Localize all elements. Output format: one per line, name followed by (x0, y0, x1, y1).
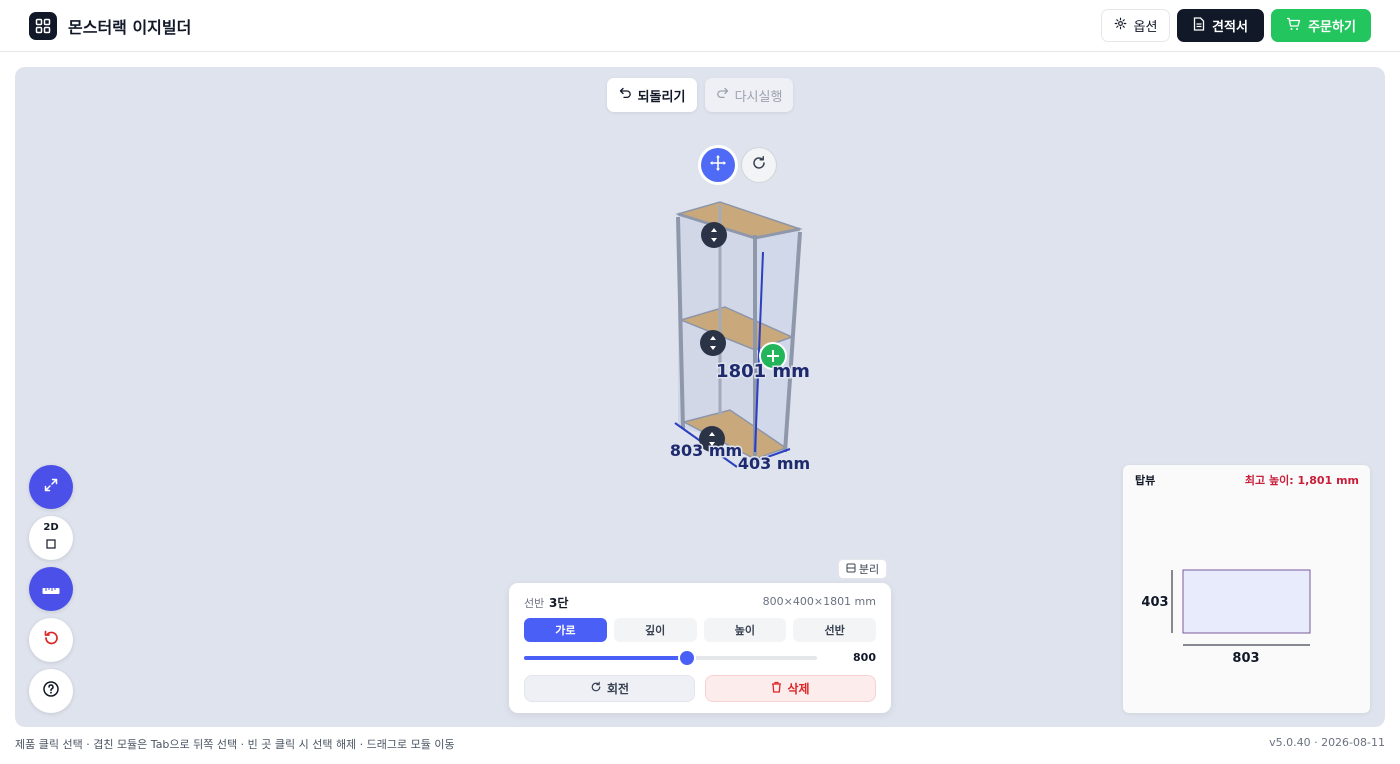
depth-dimension-label: 403 mm (738, 454, 810, 473)
gear-icon (1114, 17, 1127, 34)
top-view-footprint (1182, 569, 1311, 634)
document-icon (1193, 16, 1205, 35)
order-label: 주문하기 (1308, 20, 1356, 35)
square-icon (46, 534, 56, 553)
builder-canvas[interactable]: 되돌리기 다시실행 1801 mm 803 mm 403 mm 2D 분리 선반… (15, 67, 1385, 727)
usage-hint: 제품 클릭 선택 · 겹친 모듈은 Tab으로 뒤쪽 선택 · 빈 곳 클릭 시… (15, 738, 455, 751)
module-dimensions: 800×400×1801 mm (762, 595, 876, 608)
top-view-panel: 탑뷰 최고 높이: 1,801 mm 403 803 (1123, 465, 1370, 713)
shelf-height-handle[interactable] (701, 222, 727, 248)
view-2d-button[interactable]: 2D (29, 516, 73, 560)
rotate-label: 회전 (606, 682, 630, 696)
split-icon (846, 563, 856, 576)
dimension-tabs: 가로 깊이 높이 선반 (524, 618, 876, 642)
help-icon (42, 680, 60, 702)
expand-icon (43, 477, 59, 497)
delete-module-button[interactable]: 삭제 (705, 675, 876, 702)
tab-width[interactable]: 가로 (524, 618, 607, 642)
options-label: 옵션 (1133, 20, 1158, 35)
slider-fill (524, 656, 687, 660)
reset-icon (42, 629, 60, 651)
reset-button[interactable] (29, 618, 73, 662)
width-dimension-label: 803 mm (670, 441, 742, 460)
ruler-button[interactable] (29, 567, 73, 611)
module-edit-panel: 선반 3단 800×400×1801 mm 가로 깊이 높이 선반 800 회전… (509, 583, 891, 713)
delete-label: 삭제 (787, 682, 810, 696)
shelf-count-label: 선반 (524, 597, 545, 610)
version-label: v5.0.40 · 2026-08-11 (1269, 736, 1385, 749)
order-button[interactable]: 주문하기 (1271, 9, 1371, 42)
view-2d-label: 2D (43, 522, 59, 533)
tab-shelf[interactable]: 선반 (793, 618, 876, 642)
top-view-depth-label: 403 (1141, 595, 1168, 610)
tab-depth[interactable]: 깊이 (613, 618, 697, 642)
top-view-width-label: 803 (1232, 651, 1259, 666)
height-dimension-label: 1801 mm (716, 361, 810, 382)
split-button[interactable]: 분리 (838, 559, 887, 579)
app-title: 몬스터랙 이지빌더 (68, 18, 192, 37)
slider-value: 800 (853, 651, 876, 664)
cart-icon (1286, 17, 1301, 35)
app-logo-icon (29, 12, 57, 40)
rotate-module-button[interactable]: 회전 (524, 675, 695, 702)
split-label: 분리 (858, 563, 880, 576)
trash-icon (771, 681, 782, 696)
shelf-count-value: 3단 (549, 596, 569, 610)
width-slider[interactable] (524, 651, 817, 665)
slider-thumb[interactable] (679, 651, 694, 665)
shelf-height-handle[interactable] (700, 330, 726, 356)
options-button[interactable]: 옵션 (1101, 9, 1170, 42)
top-view-drawing: 403 803 (1141, 569, 1311, 666)
help-button[interactable] (29, 669, 73, 713)
quote-label: 견적서 (1212, 20, 1248, 35)
tab-height[interactable]: 높이 (703, 618, 787, 642)
quote-button[interactable]: 견적서 (1177, 9, 1264, 42)
ruler-icon (42, 580, 60, 599)
app-header: 몬스터랙 이지빌더 옵션 견적서 주문하기 (0, 0, 1400, 52)
rotate-icon (590, 681, 602, 696)
expand-button[interactable] (29, 465, 73, 509)
